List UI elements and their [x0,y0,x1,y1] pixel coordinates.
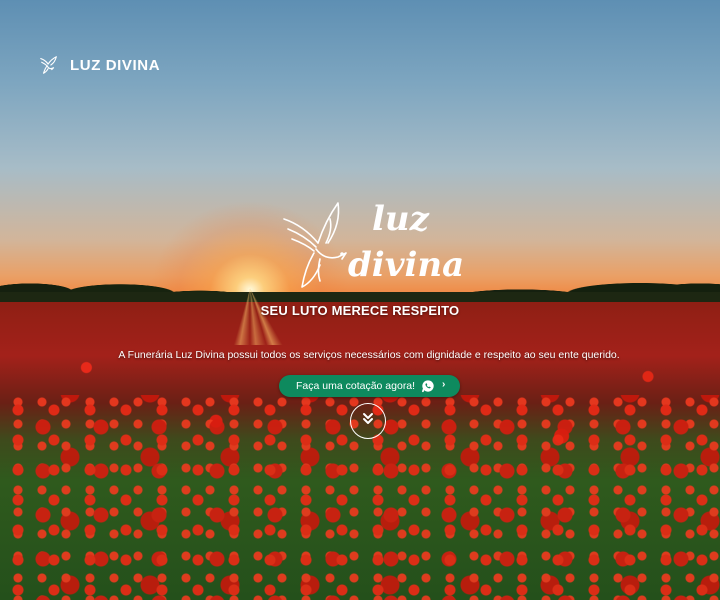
scroll-down-button[interactable] [350,403,386,439]
description: A Funerária Luz Divina possui todos os s… [118,349,620,361]
cta-label: Faça uma cotação agora! [296,380,416,392]
hero-section: LUZ DIVINA luz divina SEU LUTO MERECE RE… [0,0,720,600]
brand-link[interactable]: LUZ DIVINA [38,54,160,76]
center-logo: luz divina [280,195,464,295]
quote-cta-button[interactable]: Faça uma cotação agora! › [279,375,460,397]
double-chevron-down-icon [361,412,375,431]
brand-name: LUZ DIVINA [70,56,161,74]
chevron-right-icon: › [442,379,446,390]
whatsapp-icon [421,379,435,393]
dove-icon [38,54,60,76]
logo-word-luz: luz [372,199,429,239]
logo-word-divina: divina [348,245,465,285]
tagline: SEU LUTO MERECE RESPEITO [260,303,460,318]
